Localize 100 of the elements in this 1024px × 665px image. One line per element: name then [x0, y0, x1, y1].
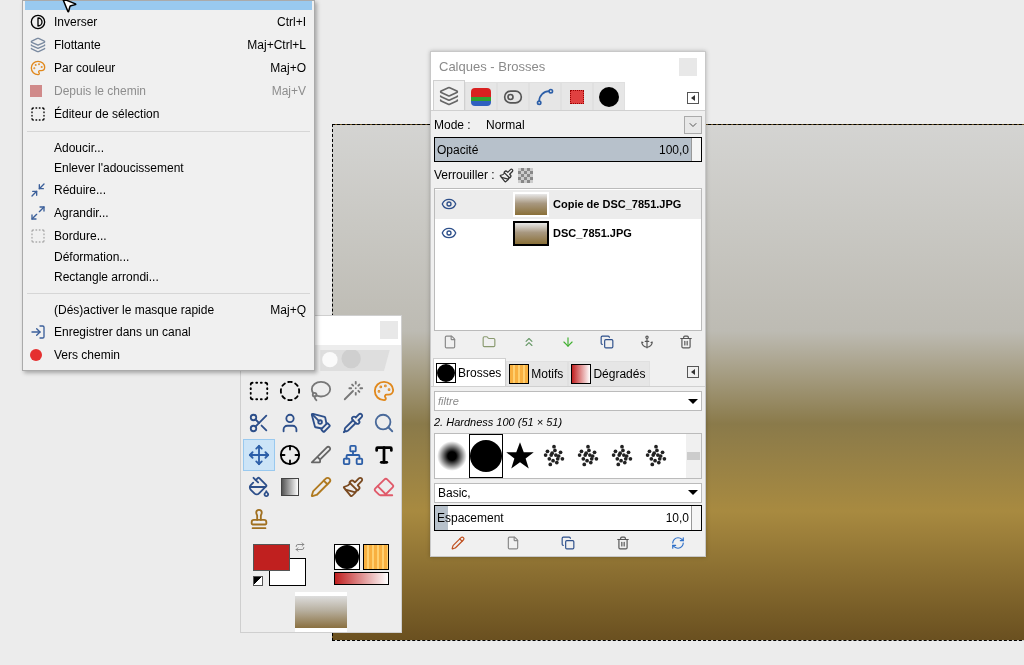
menu-item[interactable]: Vers chemin: [25, 343, 312, 366]
default-colors-icon[interactable]: [253, 576, 263, 587]
logo-drawing: [319, 349, 391, 372]
brush-preview[interactable]: [334, 544, 360, 571]
checkered-square-icon[interactable]: [517, 167, 533, 183]
copy-icon: [561, 536, 575, 551]
file-icon: [506, 536, 520, 551]
menu-item[interactable]: Par couleur Maj+O: [25, 56, 312, 79]
image-thumbnail[interactable]: [295, 592, 347, 632]
pen-icon: [310, 412, 333, 435]
copy-icon: [600, 335, 615, 350]
shrink-arrows-icon: [30, 181, 46, 198]
file-icon: [443, 335, 457, 350]
menu-item-label: Éditeur de sélection: [54, 105, 160, 123]
menu-item-label: Adoucir...: [54, 140, 105, 157]
shortcut-label: Maj+Q: [270, 302, 307, 319]
contrast-icon: [30, 13, 46, 30]
color-swatches-drawing[interactable]: [253, 544, 306, 587]
tab-menu-button[interactable]: [687, 366, 699, 379]
trash-icon: [678, 335, 693, 350]
tab-menu-button[interactable]: [687, 92, 699, 105]
dock-tab[interactable]: Dégradés: [568, 361, 651, 387]
brush-preview-icon: [436, 362, 456, 383]
dashed-square-icon: [248, 380, 270, 403]
gradient-square-icon: [281, 478, 300, 497]
pattern-preview-icon: [509, 364, 530, 385]
menu-item[interactable]: Éditeur de sélection: [25, 102, 312, 125]
menu-item[interactable]: Enlever l'adoucissement: [25, 158, 312, 178]
menu-item[interactable]: Bordure...: [25, 224, 312, 247]
grow-arrows-icon: [30, 204, 46, 221]
pencil-icon: [451, 536, 465, 551]
brush-set-value: Basic,: [438, 484, 472, 502]
crosshair-icon: [279, 444, 302, 467]
scrollbar[interactable]: [686, 433, 701, 478]
layer-row[interactable]: Copie de DSC_7851.JPG: [435, 189, 701, 219]
shortcut-label: Maj+V: [271, 82, 307, 100]
menu-item-label: Inverser: [54, 13, 98, 31]
pattern-preview[interactable]: [363, 544, 389, 571]
refresh-icon: [671, 536, 685, 551]
dropdown-arrow-icon: [688, 490, 698, 496]
dashed-circle-icon: [279, 380, 302, 403]
filter-input[interactable]: filtre: [438, 393, 688, 410]
gradient-preview[interactable]: [334, 572, 389, 586]
swap-arrows-icon: [295, 542, 305, 553]
menu-item[interactable]: Flottante Maj+Ctrl+L: [25, 33, 312, 56]
mode-value[interactable]: Normal: [486, 116, 684, 135]
menu-item-label: (Dés)activer le masque rapide: [54, 302, 215, 319]
slider-label: Espacement: [436, 509, 504, 527]
dashed-square-icon: [30, 105, 46, 122]
eraser-icon: [372, 476, 395, 499]
type-icon: [372, 444, 395, 467]
dropdown-arrow-icon[interactable]: [688, 398, 698, 404]
slider-value: 10,0: [665, 509, 690, 527]
menu-item[interactable]: Rectangle arrondi...: [25, 267, 312, 287]
brush-set-dropdown[interactable]: Basic,: [434, 482, 702, 503]
spin-buttons[interactable]: [691, 137, 701, 162]
dock-tab[interactable]: Brosses: [433, 358, 507, 387]
menu-item[interactable]: (Dés)activer le masque rapide Maj+Q: [25, 300, 312, 320]
filter-field[interactable]: filtre: [434, 391, 702, 412]
shortcut-label: Ctrl+I: [277, 13, 307, 31]
pipette-icon: [341, 412, 364, 435]
spin-buttons[interactable]: [691, 505, 701, 530]
dock-tab[interactable]: Motifs: [506, 361, 569, 387]
layer-name: Copie de DSC_7851.JPG: [553, 197, 682, 212]
menu-item-label: Enregistrer dans un canal: [54, 323, 191, 341]
slider[interactable]: Espacement 10,0: [434, 504, 702, 531]
four-arrows-icon: [248, 444, 270, 467]
trash-icon: [616, 536, 630, 551]
slider[interactable]: Opacité 100,0: [434, 136, 702, 163]
menu-item-label: Enlever l'adoucissement: [54, 160, 184, 177]
dock-tab[interactable]: [561, 82, 593, 111]
layer-name: DSC_7851.JPG: [553, 226, 632, 241]
layers-icon: [439, 85, 459, 106]
menu-item[interactable]: Réduire...: [25, 178, 312, 201]
menu-item[interactable]: Agrandir...: [25, 201, 312, 224]
menu-item-label: Par couleur: [54, 59, 116, 77]
menu-item-label: Rectangle arrondi...: [54, 269, 159, 286]
menu-item-label: Agrandir...: [54, 204, 109, 222]
menu-item-label: Déformation...: [54, 249, 130, 266]
menu-item-label: Flottante: [54, 36, 101, 54]
dock-tab[interactable]: [593, 82, 625, 111]
shortcut-label: Maj+Ctrl+L: [247, 36, 307, 54]
scissors-icon: [248, 412, 270, 435]
menu-item[interactable]: Adoucir...: [25, 138, 312, 158]
dock-tab[interactable]: [497, 82, 529, 111]
shortcut-label: Maj+O: [270, 59, 307, 77]
brush-cell[interactable]: [469, 433, 503, 478]
menu-item[interactable]: Enregistrer dans un canal: [25, 320, 312, 343]
folder-icon: [482, 335, 497, 350]
menu-item[interactable]: Déformation...: [25, 247, 312, 267]
spline-icon: [535, 86, 555, 107]
lock-label: Verrouiller :: [434, 167, 495, 185]
checkered-square-icon: [30, 84, 42, 97]
paintbrush-icon: [498, 167, 514, 183]
soft-brush-icon: [437, 440, 467, 471]
menu-item[interactable]: Inverser Ctrl+I: [25, 10, 312, 33]
wand-icon: [341, 380, 364, 403]
brush-name: 2. Hardness 100 (51 × 51): [433, 415, 564, 431]
dotted-square-icon: [30, 227, 46, 244]
mode-label: Mode :: [434, 117, 472, 135]
